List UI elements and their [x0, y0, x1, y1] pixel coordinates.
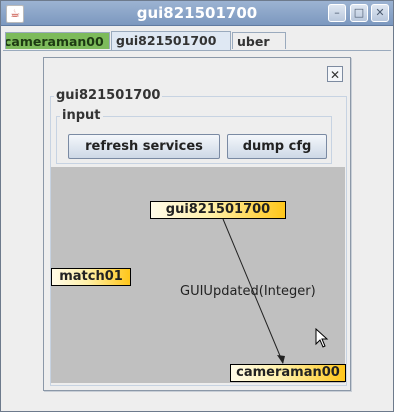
tab-uber[interactable]: uber: [232, 32, 286, 49]
graph-node-match[interactable]: match01: [51, 268, 131, 286]
tab-cameraman00[interactable]: cameraman00: [5, 32, 110, 49]
input-group-title: input: [60, 108, 103, 123]
edge-label: GUIUpdated(Integer): [180, 284, 316, 299]
dump-cfg-button[interactable]: dump cfg: [227, 134, 327, 159]
service-graph[interactable]: gui821501700 match01 cameraman00 GUIUpda…: [51, 167, 346, 383]
frame-close-button[interactable]: ✕: [327, 66, 343, 82]
application-window: ☕ gui821501700 – □ ✕ cameraman00 gui8215…: [0, 0, 394, 412]
graph-node-gui[interactable]: gui821501700: [150, 201, 286, 219]
service-gui-frame: ✕ gui821501700 input refresh services du…: [43, 57, 351, 391]
tab-bar: cameraman00 gui821501700 uber: [3, 31, 391, 51]
input-group-box: input refresh services dump cfg: [56, 108, 332, 164]
minimize-button[interactable]: –: [328, 4, 346, 22]
maximize-button[interactable]: □: [350, 4, 368, 22]
tab-gui821501700[interactable]: gui821501700: [111, 31, 231, 50]
gui-group-title: gui821501700: [54, 88, 163, 103]
close-button[interactable]: ✕: [371, 4, 389, 22]
mouse-pointer-icon: [315, 328, 329, 348]
title-bar[interactable]: ☕ gui821501700 – □ ✕: [1, 1, 393, 26]
refresh-services-button[interactable]: refresh services: [68, 134, 220, 159]
graph-node-camera[interactable]: cameraman00: [230, 364, 346, 382]
